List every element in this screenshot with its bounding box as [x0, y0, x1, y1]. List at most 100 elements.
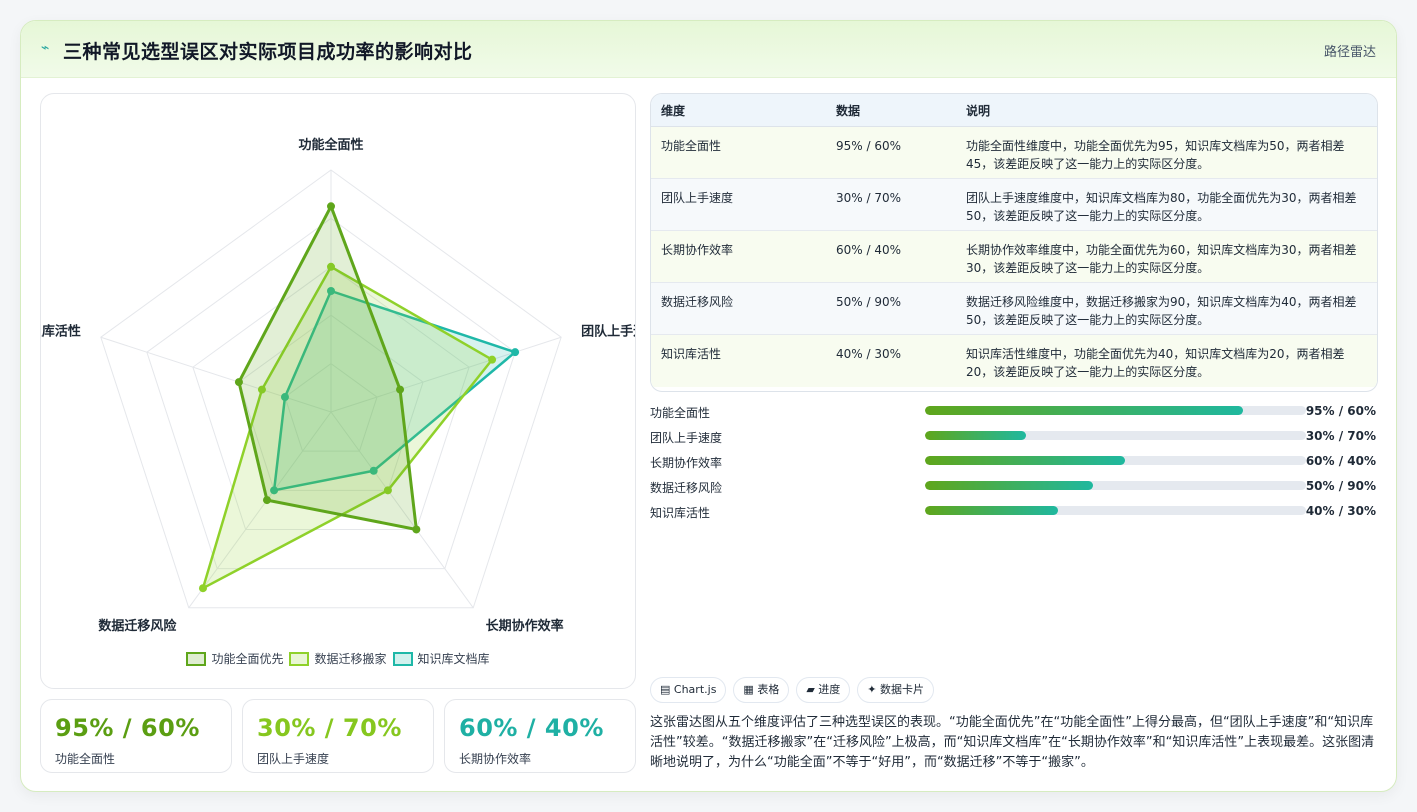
stat-label: 团队上手速度 [257, 752, 330, 766]
chip-sparkle[interactable]: ✦ 数据卡片 [857, 677, 935, 703]
legend-label: 知识库文档库 [417, 652, 490, 666]
cell-note: 数据迁移风险维度中，数据迁移搬家为90，知识库文档库为40，两者相差50，该差距… [956, 282, 1377, 335]
radar-series-area [237, 204, 418, 531]
table-header-data: 数据 [826, 94, 956, 127]
bar-fill [925, 431, 1026, 440]
stat-card: 60% / 40% 长期协作效率 [444, 699, 636, 773]
radar-axis-label: 知识库活性 [41, 324, 81, 340]
radar-point [396, 385, 405, 394]
bar-track [925, 456, 1306, 465]
bar-track [925, 481, 1306, 490]
bar-row: 数据迁移风险 50% / 90% [650, 476, 1376, 501]
radar-axis-label: 长期协作效率 [486, 618, 564, 634]
progress-icon: ▰ [806, 683, 815, 696]
radar-chart: 功能全面性团队上手速度长期协作效率 数据迁移风险 知识库活性 [41, 137, 635, 634]
main-card: ⌁ 三种常见选型误区对实际项目成功率的影响对比 路径雷达 功能全面性团队上手速度… [20, 20, 1397, 792]
radar-point [488, 355, 497, 364]
bar-track [925, 506, 1306, 515]
radar-point [234, 378, 243, 387]
cell-note: 功能全面性维度中，功能全面优先为95，知识库文档库为50，两者相差45，该差距反… [956, 126, 1377, 179]
bar-label: 数据迁移风险 [650, 481, 723, 495]
cell-dim: 长期协作效率 [651, 230, 826, 283]
bar-track [925, 406, 1306, 415]
bar-fill [925, 481, 1093, 490]
cell-data: 95% / 60% [826, 126, 956, 179]
bar-label: 长期协作效率 [650, 456, 723, 470]
radar-axis-label: 功能全面性 [298, 137, 363, 153]
cell-data: 50% / 90% [826, 282, 956, 335]
table-row: 数据迁移风险 50% / 90% 数据迁移风险维度中，数据迁移搬家为90，知识库文档… [651, 282, 1377, 335]
chart-type-tag: 路径雷达 [1323, 45, 1376, 60]
bar-value: 60% / 40% [1305, 454, 1376, 468]
legend-item[interactable]: 知识库文档库 [392, 650, 490, 667]
bar-label: 知识库活性 [650, 506, 711, 520]
legend-item[interactable]: 功能全面优先 [186, 650, 283, 667]
radar-point [327, 202, 335, 211]
legend-swatch [392, 651, 413, 666]
bar-label: 功能全面性 [650, 406, 711, 420]
chip-chart[interactable]: ▤ Chart.js [650, 677, 727, 703]
stat-value: 95% / 60% [55, 714, 200, 742]
radar-point [511, 348, 520, 357]
radar-series [234, 202, 421, 534]
legend-label: 功能全面优先 [211, 652, 284, 666]
chart-legend: 功能全面优先 数据迁移搬家 知识库文档库 [41, 650, 635, 669]
radar-axis-label: 数据迁移风险 [98, 618, 177, 634]
chart-description: 这张雷达图从五个维度评估了三种选型误区的表现。“功能全面优先”在“功能全面性”上… [650, 715, 1375, 770]
cell-dim: 数据迁移风险 [651, 282, 826, 335]
stat-label: 功能全面性 [55, 752, 116, 766]
chip-label: Chart.js [673, 683, 717, 696]
table-row: 团队上手速度 30% / 70% 团队上手速度维度中，知识库文档库为80，功能全面优… [651, 178, 1377, 231]
radar-point [262, 496, 271, 505]
cell-data: 60% / 40% [826, 230, 956, 283]
bar-value: 30% / 70% [1305, 429, 1376, 443]
chart-icon: ▤ [660, 683, 671, 696]
bar-fill [925, 406, 1244, 415]
radar-axis-label: 团队上手速度 [581, 324, 635, 340]
cell-dim: 知识库活性 [651, 334, 826, 387]
chip-label: 进度 [818, 683, 841, 696]
bar-row: 长期协作效率 60% / 40% [650, 451, 1376, 476]
stat-card: 95% / 60% 功能全面性 [40, 699, 232, 773]
cell-data: 40% / 30% [826, 334, 956, 387]
data-table-panel: 维度 数据 说明 功能全面性 95% / 60% 功能全面性维度中，功能全面优先为9… [650, 93, 1378, 392]
bar-row: 功能全面性 95% / 60% [650, 401, 1376, 426]
bar-row: 团队上手速度 30% / 70% [650, 426, 1376, 451]
bar-fill [925, 456, 1126, 465]
chip-label: 表格 [757, 683, 780, 696]
header-bar: ⌁ 三种常见选型误区对实际项目成功率的影响对比 路径雷达 [21, 21, 1396, 78]
tech-chips: ▤ Chart.js ▦ 表格 ▰ 进度 ✦ 数据卡片 [650, 677, 941, 703]
cell-data: 30% / 70% [826, 178, 956, 231]
stat-value: 30% / 70% [257, 714, 402, 742]
radar-point [198, 584, 207, 593]
chip-table[interactable]: ▦ 表格 [733, 677, 790, 703]
legend-swatch [289, 651, 310, 666]
stat-label: 长期协作效率 [459, 752, 532, 766]
bar-track [925, 431, 1306, 440]
table-header-note: 说明 [956, 94, 1377, 127]
cell-dim: 功能全面性 [651, 126, 826, 179]
cell-dim: 团队上手速度 [651, 178, 826, 231]
table-icon: ▦ [743, 683, 754, 696]
legend-label: 数据迁移搬家 [314, 652, 387, 666]
bar-value: 40% / 30% [1305, 504, 1376, 518]
bar-row: 知识库活性 40% / 30% [650, 501, 1376, 526]
sparkle-icon: ✦ [867, 683, 877, 696]
table-row: 长期协作效率 60% / 40% 长期协作效率维度中，功能全面优先为60，知识库文档… [651, 230, 1377, 283]
radar-point [412, 525, 421, 534]
table-row: 功能全面性 95% / 60% 功能全面性维度中，功能全面优先为95，知识库文档库为… [651, 126, 1377, 179]
bar-value: 50% / 90% [1305, 479, 1376, 493]
bar-label: 团队上手速度 [650, 431, 723, 445]
cell-note: 知识库活性维度中，功能全面优先为40，知识库文档库为20，两者相差20，该差距反… [956, 334, 1377, 387]
stat-card: 30% / 70% 团队上手速度 [242, 699, 434, 773]
chip-progress[interactable]: ▰ 进度 [796, 677, 851, 703]
table-row: 知识库活性 40% / 30% 知识库活性维度中，功能全面优先为40，知识库文档库为… [651, 334, 1377, 387]
page-title: 三种常见选型误区对实际项目成功率的影响对比 [63, 41, 473, 63]
cell-note: 长期协作效率维度中，功能全面优先为60，知识库文档库为30，两者相差30，该差距… [956, 230, 1377, 283]
legend-item[interactable]: 数据迁移搬家 [289, 650, 387, 667]
bar-value: 95% / 60% [1305, 404, 1376, 418]
data-table: 维度 数据 说明 功能全面性 95% / 60% 功能全面性维度中，功能全面优先为9… [651, 94, 1377, 387]
legend-swatch [186, 651, 207, 666]
chip-label: 数据卡片 [880, 683, 925, 696]
table-header-dim: 维度 [651, 94, 826, 127]
